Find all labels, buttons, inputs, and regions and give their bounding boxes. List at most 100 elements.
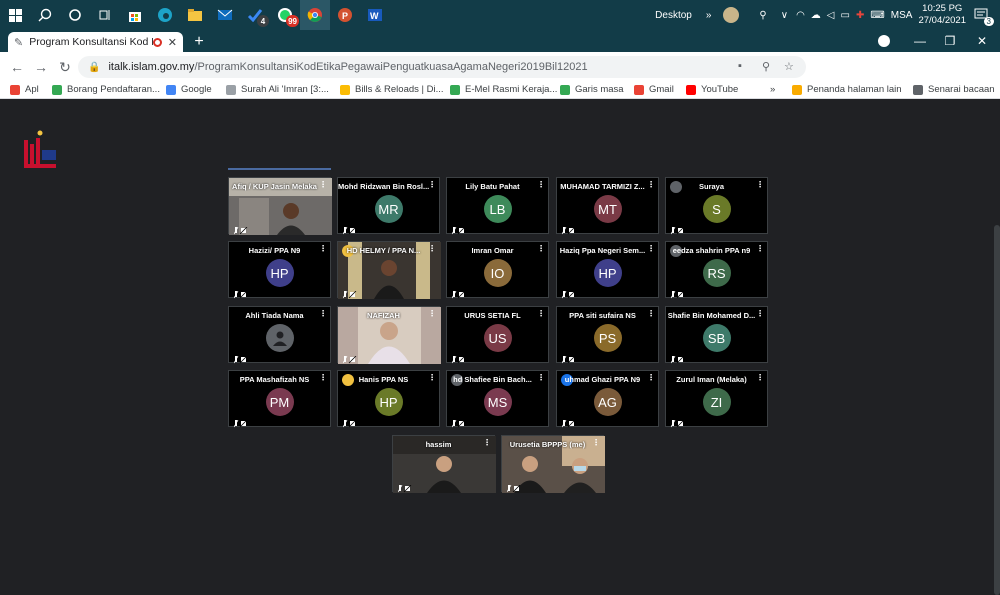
bookmark-star-icon[interactable]: ☆ [784,60,800,74]
camera-icon[interactable]: ▪ [738,60,754,74]
cortana-icon[interactable] [60,0,90,30]
clock[interactable]: 10:25 PG 27/04/2021 [918,3,966,27]
whatsapp-icon[interactable]: 99 [270,0,300,30]
participant-tile[interactable]: hassim ⋮ [392,435,496,493]
more-options-icon[interactable]: ⋮ [756,245,764,253]
bookmark-item[interactable]: Gmail [634,84,674,95]
participant-tile[interactable]: HD HELMY / PPA N... ⋮ [337,241,441,299]
participant-tile[interactable]: RS eedza shahrin PPA n9 ⋮ [665,241,768,299]
back-button[interactable]: ← [6,56,28,78]
more-options-icon[interactable]: ⋮ [537,245,545,253]
people-icon[interactable]: ⚲ [759,10,766,21]
wifi-icon[interactable]: ◠ [796,10,805,21]
zoom-icon[interactable]: ⚲ [762,60,778,74]
participant-tile[interactable]: NAFIZAH ⋮ [337,306,441,364]
participant-tile[interactable]: SB Shafie Bin Mohamed D... ⋮ [665,306,768,364]
more-options-icon[interactable]: ⋮ [647,181,655,189]
battery-icon[interactable]: ▭ [841,10,850,21]
browser-tab[interactable]: ✎ Program Konsultansi Kod Etika ✕ [8,32,183,52]
participant-avatar: IO [483,259,512,287]
participant-tile[interactable]: US URUS SETIA FL ⋮ [446,306,549,364]
new-tab-button[interactable]: + [190,33,208,51]
powerpoint-icon[interactable]: P [330,0,360,30]
more-options-icon[interactable]: ⋮ [483,439,491,447]
bookmark-item[interactable]: Google [166,84,212,95]
language-label[interactable]: MSA [891,10,913,21]
more-options-icon[interactable]: ⋮ [428,310,436,318]
search-icon[interactable] [30,0,60,30]
bookmark-item[interactable]: Penanda halaman lain [792,84,902,95]
participant-tile[interactable]: Ahli Tiada Nama ⋮ [228,306,331,364]
notification-icon[interactable]: 3 [974,7,994,26]
chrome-icon[interactable] [300,0,330,30]
more-options-icon[interactable]: ⋮ [756,310,764,318]
participant-tile[interactable]: IO Imran Omar ⋮ [446,241,549,299]
more-options-icon[interactable]: ⋮ [537,310,545,318]
store-icon[interactable] [120,0,150,30]
tab-search-icon[interactable] [878,35,890,47]
chevron-up-icon[interactable]: ∨ [781,10,788,21]
bookmark-item[interactable]: Apl [10,84,39,95]
participant-tile[interactable]: PM PPA Mashafizah NS ⋮ [228,370,331,428]
restore-button[interactable]: ❐ [934,30,966,52]
more-options-icon[interactable]: ⋮ [537,374,545,382]
mail-icon[interactable] [210,0,240,30]
more-options-icon[interactable]: ⋮ [756,181,764,189]
tab-close-icon[interactable]: ✕ [168,36,177,49]
participant-tile[interactable]: LB Lily Batu Pahat ⋮ [446,177,549,235]
more-options-icon[interactable]: ⋮ [756,374,764,382]
windows-start-icon[interactable] [0,0,30,30]
word-icon[interactable]: W [360,0,390,30]
participant-tile[interactable]: MR Mohd Ridzwan Bin Rosl... ⋮ [337,177,440,235]
participant-tile[interactable]: HP Hanis PPA NS ⋮ [337,370,440,428]
volume-icon[interactable]: ◁ [827,10,835,21]
more-options-icon[interactable]: ⋮ [428,374,436,382]
participant-tile[interactable]: AG uhmad Ghazi PPA N9 ⋮ [556,370,659,428]
participant-tile[interactable]: HP Hazizi/ PPA N9 ⋮ [228,241,331,299]
bookmark-item[interactable]: Garis masa [560,84,624,95]
bookmark-item[interactable]: E-Mel Rasmi Keraja... [450,84,557,95]
address-bar[interactable]: 🔒 italk.islam.gov.my/ProgramKonsultansiK… [78,56,806,78]
desktop-label[interactable]: Desktop [655,10,692,21]
todo-icon[interactable]: 4 [240,0,270,30]
more-options-icon[interactable]: ⋮ [319,181,327,189]
cloud-icon[interactable]: ☁ [811,10,821,21]
close-window-button[interactable]: ✕ [966,30,998,52]
more-options-icon[interactable]: ⋮ [647,374,655,382]
bookmark-item[interactable]: » [770,84,775,95]
participant-tile[interactable]: MT MUHAMAD TARMIZI Z... ⋮ [556,177,659,235]
forward-button[interactable]: → [30,56,52,78]
participant-tile[interactable]: HP Haziq Ppa Negeri Sem... ⋮ [556,241,659,299]
participant-tile[interactable]: S Suraya ⋮ [665,177,768,235]
participant-tile[interactable]: ZI Zurul Iman (Melaka) ⋮ [665,370,768,428]
more-options-icon[interactable]: ⋮ [428,181,436,189]
reload-button[interactable]: ↻ [54,56,76,78]
more-options-icon[interactable]: ⋮ [647,245,655,253]
minimize-button[interactable]: — [904,30,936,52]
file-explorer-icon[interactable] [180,0,210,30]
edge-icon[interactable] [150,0,180,30]
more-options-icon[interactable]: ⋮ [319,310,327,318]
participant-avatar: MT [593,195,622,223]
participant-tile[interactable]: MS hd Shafiee Bin Bach... ⋮ [446,370,549,428]
participant-tile[interactable]: Urusetia BPPPS (me) ⋮ [501,435,605,493]
more-options-icon[interactable]: ⋮ [319,374,327,382]
bookmark-item[interactable]: YouTube [686,84,738,95]
participant-tile[interactable]: PS PPA siti sufaira NS ⋮ [556,306,659,364]
user-avatar[interactable] [723,7,740,23]
bookmark-item[interactable]: Surah Ali 'Imran [3:... [226,84,329,95]
keyboard-icon[interactable]: ⌨ [870,10,884,21]
participant-tile[interactable]: Afiq / KUP Jasin Melaka ⋮ [228,177,332,235]
more-options-icon[interactable]: ⋮ [647,310,655,318]
bookmark-item[interactable]: Bills & Reloads | Di... [340,84,444,95]
toolbar-expand-icon[interactable]: » [706,10,712,21]
task-view-icon[interactable] [90,0,120,30]
more-options-icon[interactable]: ⋮ [537,181,545,189]
more-options-icon[interactable]: ⋮ [428,245,436,253]
bookmark-item[interactable]: Senarai bacaan [913,84,995,95]
more-options-icon[interactable]: ⋮ [319,245,327,253]
bookmark-item[interactable]: Borang Pendaftaran... [52,84,160,95]
scrollbar[interactable] [994,225,1000,595]
more-options-icon[interactable]: ⋮ [592,439,600,447]
security-icon[interactable]: ✚ [856,10,864,21]
